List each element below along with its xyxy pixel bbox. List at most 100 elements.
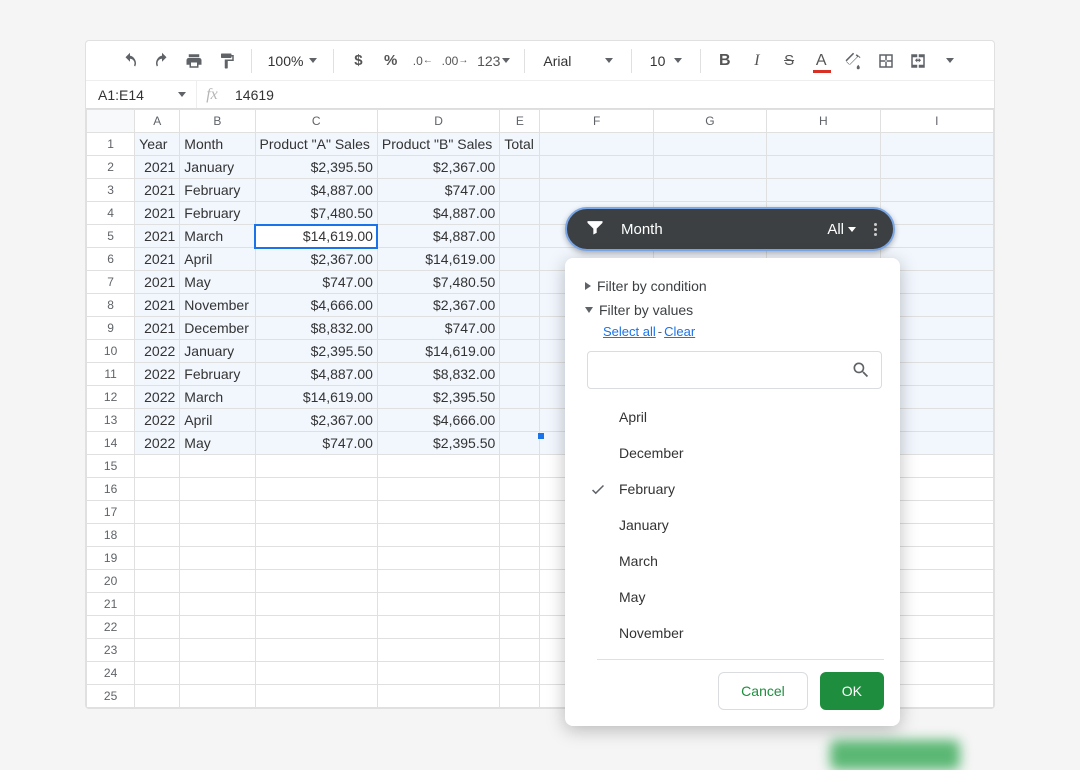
zoom-select[interactable]: 100% bbox=[262, 53, 324, 69]
cell[interactable] bbox=[880, 179, 993, 202]
row-header[interactable]: 19 bbox=[87, 547, 135, 570]
cell[interactable] bbox=[135, 685, 180, 708]
cell[interactable] bbox=[500, 179, 540, 202]
cell[interactable] bbox=[500, 639, 540, 662]
cell[interactable]: $2,395.50 bbox=[377, 386, 499, 409]
row-header[interactable]: 24 bbox=[87, 662, 135, 685]
cell[interactable] bbox=[880, 225, 993, 248]
row-header[interactable]: 18 bbox=[87, 524, 135, 547]
cell[interactable] bbox=[255, 593, 377, 616]
cell[interactable] bbox=[377, 547, 499, 570]
cell[interactable] bbox=[255, 524, 377, 547]
cell[interactable]: $2,367.00 bbox=[255, 248, 377, 271]
cell[interactable]: November bbox=[180, 294, 255, 317]
row-header[interactable]: 14 bbox=[87, 432, 135, 455]
cell[interactable]: 2021 bbox=[135, 225, 180, 248]
cell[interactable] bbox=[135, 662, 180, 685]
cell[interactable]: $7,480.50 bbox=[377, 271, 499, 294]
cell[interactable] bbox=[180, 524, 255, 547]
col-header-E[interactable]: E bbox=[500, 110, 540, 133]
cell[interactable] bbox=[500, 386, 540, 409]
undo-button[interactable] bbox=[116, 46, 144, 76]
font-size-select[interactable]: 10 bbox=[642, 53, 690, 69]
cell[interactable] bbox=[500, 156, 540, 179]
row-header[interactable]: 9 bbox=[87, 317, 135, 340]
cell[interactable] bbox=[500, 340, 540, 363]
cell[interactable] bbox=[500, 616, 540, 639]
cell[interactable]: $2,395.50 bbox=[377, 432, 499, 455]
cell[interactable] bbox=[180, 685, 255, 708]
cell[interactable]: March bbox=[180, 386, 255, 409]
cell[interactable] bbox=[135, 593, 180, 616]
row-header[interactable]: 2 bbox=[87, 156, 135, 179]
cell[interactable] bbox=[500, 294, 540, 317]
cell[interactable] bbox=[500, 570, 540, 593]
strikethrough-button[interactable]: S bbox=[775, 46, 803, 76]
text-color-button[interactable]: A bbox=[807, 46, 835, 76]
borders-button[interactable] bbox=[872, 46, 900, 76]
cell[interactable]: February bbox=[180, 363, 255, 386]
cell[interactable] bbox=[135, 570, 180, 593]
formula-input[interactable]: 14619 bbox=[227, 87, 994, 103]
cell[interactable]: $2,367.00 bbox=[377, 156, 499, 179]
selection-drag-handle[interactable] bbox=[538, 433, 544, 439]
cell[interactable] bbox=[880, 202, 993, 225]
cell[interactable]: May bbox=[180, 432, 255, 455]
cell[interactable]: May bbox=[180, 271, 255, 294]
cell[interactable]: $4,887.00 bbox=[377, 225, 499, 248]
ok-button[interactable]: OK bbox=[820, 672, 884, 710]
row-header[interactable]: 3 bbox=[87, 179, 135, 202]
cell[interactable]: 2021 bbox=[135, 271, 180, 294]
cell[interactable] bbox=[180, 547, 255, 570]
cell[interactable] bbox=[180, 616, 255, 639]
cell[interactable] bbox=[180, 639, 255, 662]
cell[interactable] bbox=[255, 547, 377, 570]
cell[interactable] bbox=[135, 616, 180, 639]
name-box[interactable]: A1:E14 bbox=[86, 87, 196, 103]
cell[interactable] bbox=[880, 133, 993, 156]
col-header-G[interactable]: G bbox=[653, 110, 766, 133]
header-cell[interactable]: Month bbox=[180, 133, 255, 156]
cell[interactable] bbox=[135, 455, 180, 478]
col-header-D[interactable]: D bbox=[377, 110, 499, 133]
cell[interactable] bbox=[500, 547, 540, 570]
col-header-H[interactable]: H bbox=[767, 110, 880, 133]
row-header[interactable]: 15 bbox=[87, 455, 135, 478]
cell[interactable]: $747.00 bbox=[255, 271, 377, 294]
font-select[interactable]: Arial bbox=[535, 53, 620, 69]
row-header[interactable]: 25 bbox=[87, 685, 135, 708]
filter-value-option[interactable]: January bbox=[587, 507, 884, 543]
cell[interactable]: 2021 bbox=[135, 156, 180, 179]
cell[interactable] bbox=[500, 363, 540, 386]
cell[interactable]: $2,367.00 bbox=[255, 409, 377, 432]
cell[interactable]: $2,367.00 bbox=[377, 294, 499, 317]
cell[interactable] bbox=[500, 409, 540, 432]
cell[interactable]: 2021 bbox=[135, 248, 180, 271]
row-header[interactable]: 8 bbox=[87, 294, 135, 317]
cell[interactable]: 2022 bbox=[135, 363, 180, 386]
cell[interactable]: $4,887.00 bbox=[255, 179, 377, 202]
cell[interactable]: March bbox=[180, 225, 255, 248]
print-button[interactable] bbox=[180, 46, 208, 76]
cell[interactable] bbox=[377, 524, 499, 547]
row-header[interactable]: 5 bbox=[87, 225, 135, 248]
cell[interactable] bbox=[540, 179, 653, 202]
row-header[interactable]: 10 bbox=[87, 340, 135, 363]
more-formats-button[interactable]: 123 bbox=[473, 46, 514, 76]
row-header[interactable]: 12 bbox=[87, 386, 135, 409]
select-all-corner[interactable] bbox=[87, 110, 135, 133]
merge-cells-button[interactable] bbox=[904, 46, 932, 76]
row-header[interactable]: 21 bbox=[87, 593, 135, 616]
percent-button[interactable]: % bbox=[377, 46, 405, 76]
cell[interactable]: $747.00 bbox=[255, 432, 377, 455]
italic-button[interactable]: I bbox=[743, 46, 771, 76]
cell[interactable] bbox=[500, 225, 540, 248]
cell[interactable] bbox=[500, 248, 540, 271]
cell[interactable] bbox=[377, 478, 499, 501]
cell[interactable] bbox=[135, 547, 180, 570]
cell[interactable]: 2021 bbox=[135, 202, 180, 225]
cell[interactable] bbox=[377, 570, 499, 593]
filter-value-option[interactable]: March bbox=[587, 543, 884, 579]
cell[interactable] bbox=[767, 179, 880, 202]
filter-by-condition-toggle[interactable]: Filter by condition bbox=[585, 274, 884, 298]
